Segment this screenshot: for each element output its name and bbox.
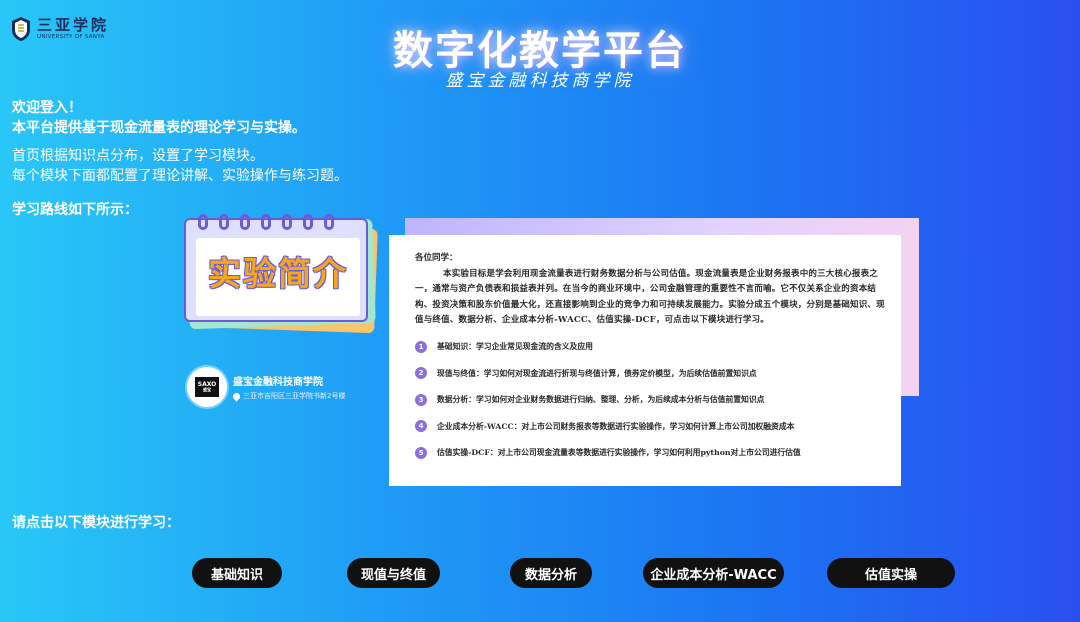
page-subtitle: 盛宝金融科技商学院 <box>445 71 635 91</box>
module-button-valuation[interactable]: 估值实操 <box>827 558 955 588</box>
ring-icon <box>282 214 292 230</box>
module-text: 现值与终值：学习如何对现金流进行折现与终值计算，债券定价模型，为后续估值前置知识… <box>437 368 757 378</box>
school-name: 盛宝金融科技商学院 <box>233 377 323 388</box>
experiment-intro-card: 各位同学： 本实验目标是学会利用现金流量表进行财务数据分析与公司估值。现金流量表… <box>389 235 901 486</box>
welcome-text: 欢迎登入！ <box>12 100 82 116</box>
ring-icon <box>240 214 250 230</box>
route-label: 学习路线如下所示： <box>12 202 138 218</box>
intro-line-2: 每个模块下面都配置了理论讲解、实验操作与练习题。 <box>12 168 348 184</box>
list-item: 2 现值与终值：学习如何对现金流进行折现与终值计算，债券定价模型，为后续估值前置… <box>415 360 887 387</box>
module-button-present-future-value[interactable]: 现值与终值 <box>347 558 440 588</box>
module-number: 4 <box>415 420 427 433</box>
school-logo: SAXO 盛宝 <box>187 367 227 407</box>
card-greeting: 各位同学： <box>415 253 458 263</box>
intro-text: 欢迎登入！ 本平台提供基于现金流量表的理论学习与实操。 首页根据知识点分布，设置… <box>12 98 348 186</box>
ring-icon <box>303 214 313 230</box>
intro-line-1: 首页根据知识点分布，设置了学习模块。 <box>12 148 264 164</box>
list-item: 4 企业成本分析-WACC：对上市公司财务报表等数据进行实验操作，学习如何计算上… <box>415 413 887 440</box>
module-number: 1 <box>415 340 427 353</box>
school-card: SAXO 盛宝 盛宝金融科技商学院 三亚市吉阳区三亚学院书新2号楼 <box>187 367 345 407</box>
school-address-row: 三亚市吉阳区三亚学院书新2号楼 <box>231 391 346 401</box>
module-button-basics[interactable]: 基础知识 <box>192 558 282 588</box>
ring-icon <box>219 214 229 230</box>
module-text: 估值实操-DCF：对上市公司现金流量表等数据进行实验操作，学习如何利用pytho… <box>437 448 801 458</box>
platform-description: 本平台提供基于现金流量表的理论学习与实操。 <box>12 120 306 136</box>
card-description: 本实验目标是学会利用现金流量表进行财务数据分析与公司估值。现金流量表是企业财务报… <box>415 269 885 326</box>
notebook-front-page: 实验简介 <box>184 214 368 322</box>
notebook-rings <box>198 214 334 230</box>
module-list: 1 基础知识：学习企业常见现金流的含义及应用 2 现值与终值：学习如何对现金流进… <box>415 334 887 467</box>
school-address: 三亚市吉阳区三亚学院书新2号楼 <box>243 392 346 400</box>
notebook-title: 实验简介 <box>208 254 348 293</box>
ring-icon <box>324 214 334 230</box>
list-item: 3 数据分析：学习如何对企业财务数据进行归纳、整理、分析，为后续成本分析与估值前… <box>415 387 887 414</box>
module-text: 企业成本分析-WACC：对上市公司财务报表等数据进行实验操作，学习如何计算上市公… <box>437 421 795 431</box>
list-item: 5 估值实操-DCF：对上市公司现金流量表等数据进行实验操作，学习如何利用pyt… <box>415 440 887 467</box>
module-text: 数据分析：学习如何对企业财务数据进行归纳、整理、分析，为后续成本分析与估值前置知… <box>437 395 765 405</box>
location-pin-icon <box>231 391 242 401</box>
module-number: 5 <box>415 446 427 459</box>
click-instruction: 请点击以下模块进行学习： <box>12 515 180 531</box>
ring-icon <box>198 214 208 230</box>
module-text: 基础知识：学习企业常见现金流的含义及应用 <box>437 342 593 352</box>
notebook-graphic: 实验简介 <box>182 212 382 334</box>
module-button-data-analysis[interactable]: 数据分析 <box>510 558 592 588</box>
module-number: 3 <box>415 393 427 406</box>
module-button-wacc[interactable]: 企业成本分析-WACC <box>643 558 784 588</box>
module-number: 2 <box>415 367 427 380</box>
school-logo-subtext: 盛宝 <box>203 387 211 393</box>
list-item: 1 基础知识：学习企业常见现金流的含义及应用 <box>415 334 887 361</box>
ring-icon <box>261 214 271 230</box>
